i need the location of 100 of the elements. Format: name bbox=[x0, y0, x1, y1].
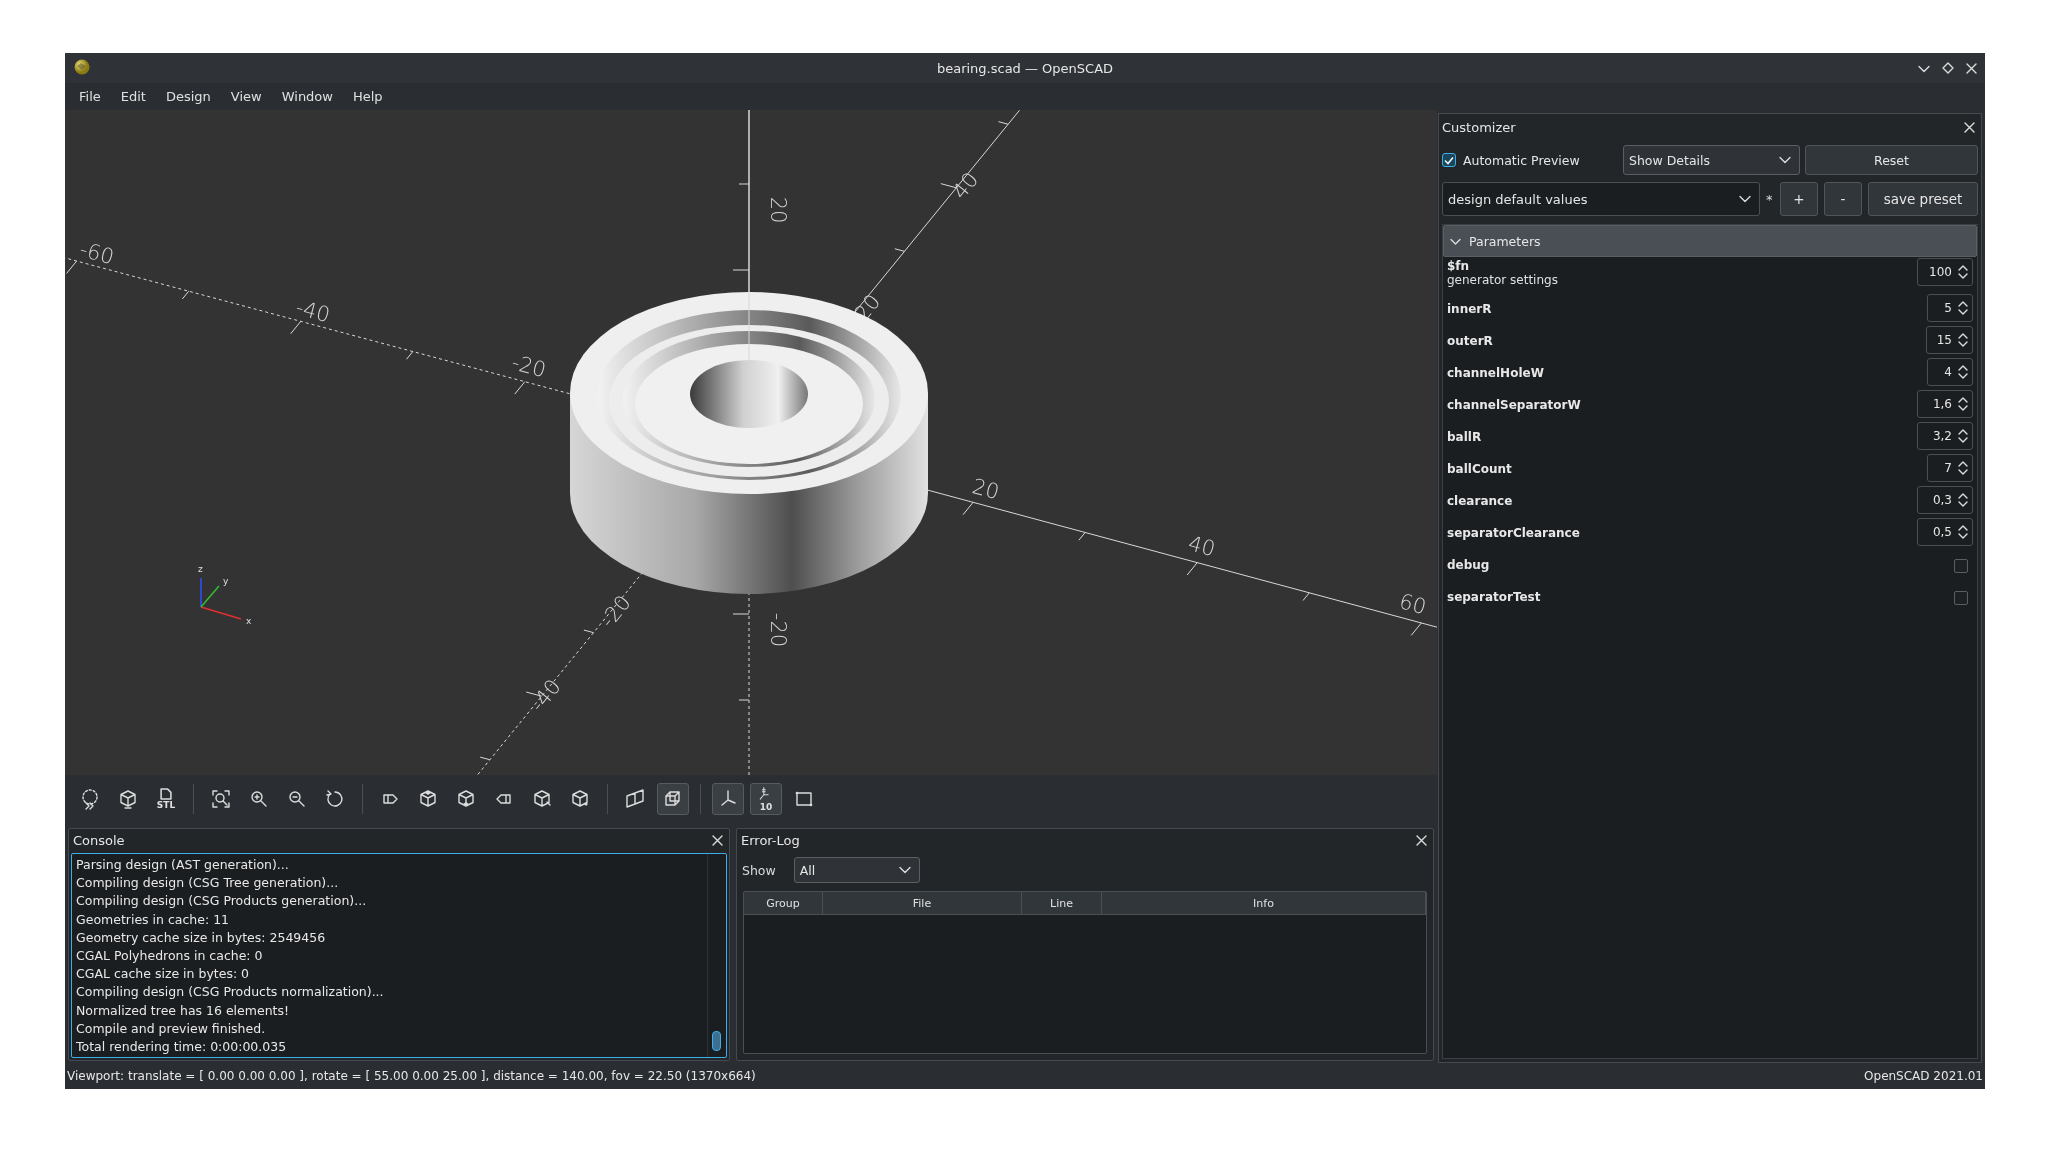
perspective-icon bbox=[624, 787, 646, 810]
checkbox[interactable] bbox=[1954, 591, 1968, 605]
panel-title: Console bbox=[73, 832, 125, 848]
parameter-name: channelSeparatorW bbox=[1447, 396, 1582, 412]
parameter-description: generator settings bbox=[1447, 273, 1559, 287]
panel-title: Error-Log bbox=[741, 832, 800, 848]
add-preset-button[interactable]: + bbox=[1780, 182, 1818, 216]
column-header[interactable]: Group bbox=[744, 892, 823, 915]
panel-title: Customizer bbox=[1442, 119, 1516, 135]
number-spinbox[interactable]: 4 bbox=[1927, 358, 1973, 386]
axis-label: -60 bbox=[77, 237, 117, 270]
checkbox[interactable] bbox=[1442, 153, 1456, 167]
spin-arrows-icon bbox=[1958, 460, 1968, 476]
view-back-icon bbox=[569, 787, 591, 810]
parameter-name: ballCount bbox=[1447, 460, 1513, 476]
console-line: CGAL Polyhedrons in cache: 0 bbox=[76, 947, 263, 965]
spin-arrows-icon bbox=[1958, 396, 1968, 412]
console-line: Compile and preview finished. bbox=[76, 1019, 266, 1038]
number-spinbox[interactable]: 100 bbox=[1917, 258, 1973, 286]
dashed-sphere-icon bbox=[79, 787, 101, 810]
field-label: Show bbox=[742, 862, 776, 878]
console-line: Normalized tree has 16 elements! bbox=[76, 1001, 289, 1020]
console-line: Compiling design (CSG Products generation)... bbox=[76, 892, 367, 911]
view-bottom-icon bbox=[455, 787, 477, 810]
column-header[interactable]: File bbox=[823, 892, 1022, 915]
axes-gizmo-drawing bbox=[200, 577, 242, 620]
axis-label: -40 bbox=[293, 295, 333, 328]
number-spinbox[interactable]: 15 bbox=[1925, 326, 1973, 354]
axis-label: 20 bbox=[969, 474, 1002, 505]
console-line: Parsing design (AST generation)... bbox=[76, 856, 289, 874]
menu-item[interactable]: View bbox=[220, 89, 272, 104]
number-spinbox[interactable]: 7 bbox=[1927, 454, 1973, 482]
status-text: Viewport: translate = [ 0.00 0.00 0.00 ], rotate = [ 55.00 0.00 25.00 ], distance = 140.00, fov = 22.50 (1370x664) bbox=[67, 1069, 756, 1083]
parameter-name: separatorClearance bbox=[1447, 524, 1581, 540]
axis-label: 40 bbox=[1185, 531, 1218, 562]
axis-letter: y bbox=[223, 576, 229, 586]
view-front-icon bbox=[531, 787, 553, 810]
scrollbar-thumb[interactable] bbox=[712, 1031, 721, 1051]
parameter-name: clearance bbox=[1447, 492, 1514, 508]
number-spinbox[interactable]: 3,2 bbox=[1917, 422, 1973, 450]
axis-letter: z bbox=[198, 564, 203, 574]
zoom-fit-icon bbox=[210, 787, 232, 810]
menu-item[interactable]: Edit bbox=[110, 89, 156, 104]
reset-button[interactable]: Reset bbox=[1805, 145, 1978, 175]
parameter-name: $fn bbox=[1447, 258, 1471, 273]
number-spinbox[interactable]: 0,5 bbox=[1917, 518, 1973, 546]
app-logo-icon bbox=[73, 57, 91, 76]
console-line: CGAL cache size in bytes: 0 bbox=[76, 965, 250, 984]
console-line: Compiling design (CSG Products normalization)... bbox=[76, 983, 384, 1002]
axis-label: -20 bbox=[766, 612, 790, 648]
spin-arrows-icon bbox=[1958, 524, 1968, 540]
parameter-name: channelHoleW bbox=[1447, 364, 1545, 380]
maximize-diamond-icon[interactable] bbox=[1942, 62, 1954, 74]
toolbar-button[interactable]: STL bbox=[150, 782, 182, 815]
menu-item[interactable]: Help bbox=[342, 89, 393, 104]
close-icon[interactable] bbox=[1966, 62, 1977, 74]
spin-arrows-icon bbox=[1958, 332, 1968, 348]
toolbar-button[interactable]: 10 bbox=[750, 782, 782, 815]
filter-dropdown[interactable]: All bbox=[793, 857, 920, 883]
parameter-name: outerR bbox=[1447, 332, 1494, 348]
menu-item[interactable]: Window bbox=[271, 89, 343, 104]
parameter-name: ballR bbox=[1447, 428, 1483, 444]
remove-preset-button[interactable]: - bbox=[1824, 182, 1862, 216]
number-spinbox[interactable]: 5 bbox=[1927, 294, 1973, 322]
column-header[interactable]: Info bbox=[1102, 892, 1426, 915]
window-title: bearing.scad — OpenSCAD bbox=[936, 60, 1114, 76]
preset-dropdown[interactable]: design default values bbox=[1442, 182, 1760, 216]
column-header[interactable]: Line bbox=[1022, 892, 1102, 915]
file-icon bbox=[160, 787, 172, 800]
toolbar-button[interactable] bbox=[657, 782, 689, 815]
chevron-down-icon bbox=[898, 866, 911, 874]
axis-letter: x bbox=[246, 616, 252, 626]
axis-label: -40 bbox=[525, 674, 566, 717]
toolbar-button[interactable] bbox=[712, 782, 744, 815]
axis-label: -20 bbox=[509, 350, 549, 383]
cube-icon bbox=[117, 787, 139, 810]
spin-arrows-icon bbox=[1958, 300, 1968, 316]
checkmark-icon bbox=[1444, 155, 1454, 165]
number-spinbox[interactable]: 1,6 bbox=[1917, 390, 1973, 418]
chevron-down-icon bbox=[1918, 64, 1930, 73]
console-line: Compiling design (CSG Tree generation)... bbox=[76, 874, 339, 893]
version-text: OpenSCAD 2021.01 bbox=[1864, 1069, 1983, 1083]
chevron-down-icon bbox=[1739, 195, 1751, 203]
axis-label: 20 bbox=[766, 196, 790, 224]
number-spinbox[interactable]: 0,3 bbox=[1917, 486, 1973, 514]
parameter-name: debug bbox=[1447, 556, 1491, 572]
section-header[interactable]: Parameters bbox=[1443, 225, 1977, 257]
spin-arrows-icon bbox=[1958, 492, 1968, 508]
parameter-name: innerR bbox=[1447, 300, 1493, 316]
save-preset-button[interactable]: save preset bbox=[1868, 182, 1978, 216]
checkbox[interactable] bbox=[1954, 559, 1968, 573]
menu-item[interactable]: Design bbox=[155, 89, 221, 104]
menu-item[interactable]: File bbox=[69, 89, 111, 104]
console-line: Total rendering time: 0:00:00.035 bbox=[76, 1038, 287, 1057]
axis-label: 40 bbox=[947, 167, 984, 204]
detail-dropdown[interactable]: Show Details bbox=[1623, 145, 1800, 175]
console-line: Geometry cache size in bytes: 2549456 bbox=[76, 928, 326, 947]
modified-marker: * bbox=[1766, 191, 1774, 207]
checkbox-label[interactable]: Automatic Preview bbox=[1463, 152, 1580, 168]
chevron-down-icon bbox=[1779, 156, 1791, 164]
